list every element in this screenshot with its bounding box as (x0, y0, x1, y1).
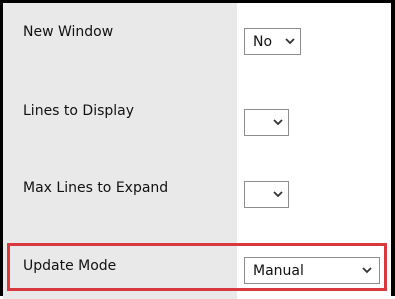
label-cell: Lines to Display (3, 81, 237, 159)
new-window-label: New Window (23, 24, 114, 40)
max-lines-to-expand-select[interactable] (244, 181, 289, 208)
chevron-down-icon (273, 119, 283, 126)
lines-to-display-select[interactable] (244, 109, 289, 136)
label-cell: New Window (3, 3, 237, 81)
max-lines-to-expand-label: Max Lines to Expand (23, 180, 169, 196)
setting-row-update-mode: Update Mode Manual (3, 237, 391, 299)
update-mode-select[interactable]: Manual (244, 257, 380, 284)
new-window-select[interactable]: No (244, 28, 301, 55)
setting-row-lines-to-display: Lines to Display (3, 81, 391, 159)
chevron-down-icon (285, 38, 295, 45)
value-cell (237, 81, 391, 159)
chevron-down-icon (273, 191, 283, 198)
label-cell: Update Mode (3, 237, 237, 299)
lines-to-display-label: Lines to Display (23, 103, 135, 119)
chevron-down-icon (362, 267, 372, 274)
settings-panel: New Window No Lines to Display Max Lines… (0, 0, 395, 299)
value-cell: Manual (237, 237, 391, 299)
value-cell (237, 159, 391, 237)
setting-row-new-window: New Window No (3, 3, 391, 81)
new-window-selected-value: No (253, 34, 273, 50)
label-cell: Max Lines to Expand (3, 159, 237, 237)
value-cell: No (237, 3, 391, 81)
update-mode-selected-value: Manual (253, 263, 304, 279)
setting-row-max-lines-to-expand: Max Lines to Expand (3, 159, 391, 237)
update-mode-label: Update Mode (23, 258, 117, 274)
